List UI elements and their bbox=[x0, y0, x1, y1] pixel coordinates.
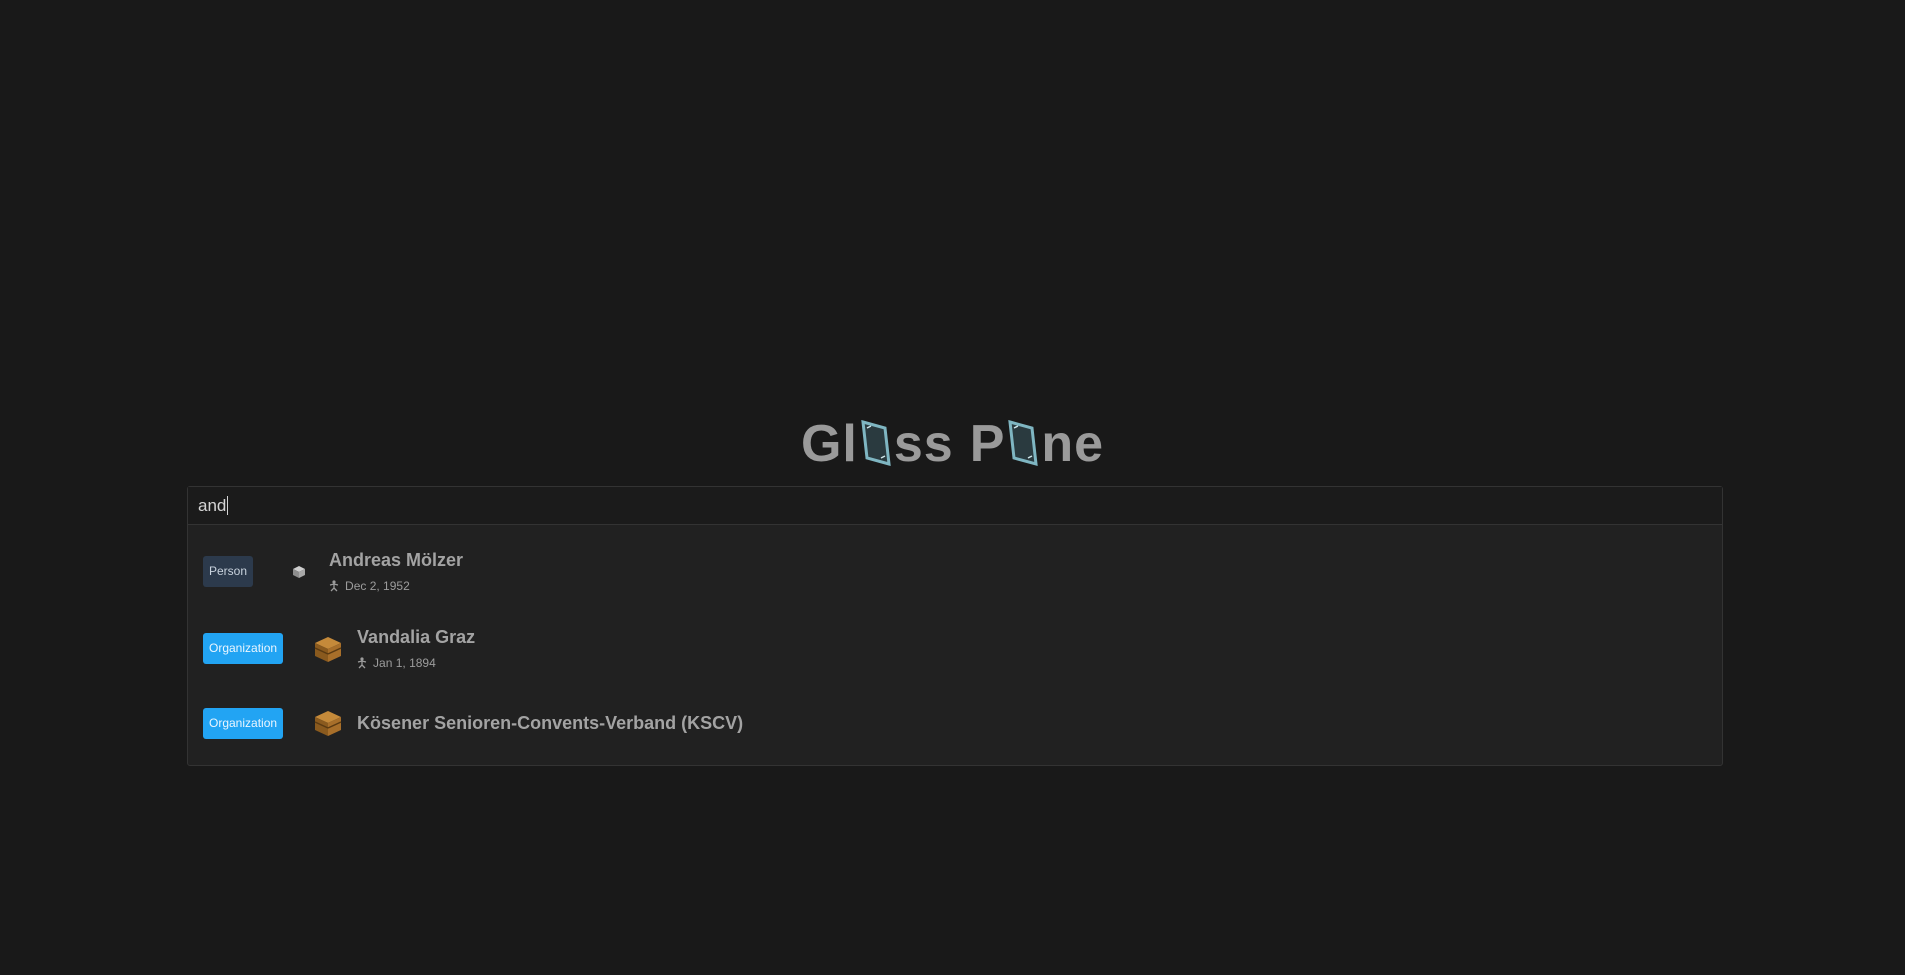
birth-icon bbox=[357, 657, 367, 669]
chest-icon bbox=[313, 708, 343, 738]
logo-text-2: ss bbox=[893, 415, 954, 473]
cube-icon bbox=[291, 564, 307, 580]
search-input-value: and bbox=[198, 495, 227, 515]
result-date: Dec 2, 1952 bbox=[345, 579, 410, 593]
results-list: Person Andreas Mölzer Dec 2, 1952 Organi… bbox=[188, 525, 1722, 765]
result-title: Kösener Senioren-Convents-Verband (KSCV) bbox=[357, 712, 744, 733]
glass-pane-icon bbox=[1006, 418, 1040, 468]
logo-text-3: P bbox=[969, 415, 1006, 473]
list-item[interactable]: Organization Vandalia Graz Jan 1, 1894 bbox=[188, 610, 1722, 687]
chest-icon bbox=[313, 634, 343, 664]
result-title: Vandalia Graz bbox=[357, 627, 476, 647]
result-title: Andreas Mölzer bbox=[329, 550, 464, 570]
logo-text-4: ne bbox=[1041, 415, 1105, 473]
birth-icon bbox=[329, 580, 339, 592]
type-badge: Organization bbox=[203, 707, 284, 739]
type-badge: Organization bbox=[203, 633, 284, 664]
list-item[interactable]: Person Andreas Mölzer Dec 2, 1952 bbox=[188, 533, 1722, 610]
logo-text-1: Gl bbox=[800, 415, 858, 473]
search-panel: and Person Andreas Mölzer Dec 2, 1952 Or… bbox=[187, 486, 1723, 766]
search-input[interactable]: and bbox=[188, 487, 1722, 525]
app-logo: Gl ss P ne bbox=[0, 412, 1905, 472]
result-date: Jan 1, 1894 bbox=[373, 656, 436, 670]
glass-pane-icon bbox=[859, 418, 893, 468]
list-item[interactable]: Organization Kösener Senioren-Convents-V… bbox=[188, 687, 1722, 759]
type-badge: Person bbox=[203, 556, 254, 587]
text-caret bbox=[227, 496, 229, 515]
